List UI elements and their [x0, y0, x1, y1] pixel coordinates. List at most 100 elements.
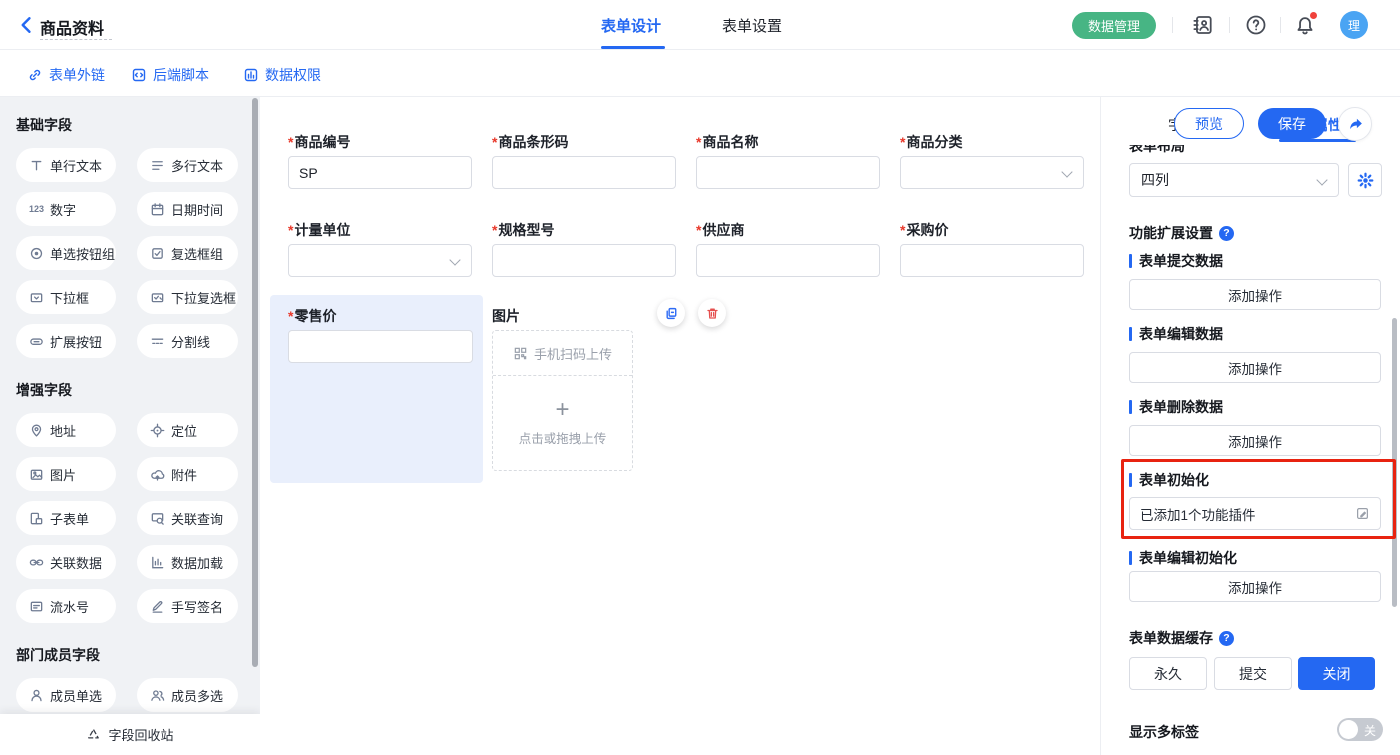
multitab-label: 显示多标签 [1129, 722, 1199, 742]
help-circle-icon[interactable]: ? [1219, 226, 1234, 241]
divider-icon [150, 334, 165, 349]
field-type-single-line-text[interactable]: 单行文本 [16, 148, 116, 182]
avatar[interactable]: 理 [1340, 11, 1368, 39]
tab-form-design[interactable]: 表单设计 [601, 15, 661, 36]
field-label: 计量单位 [294, 220, 350, 240]
cache-option-permanent[interactable]: 永久 [1129, 657, 1207, 690]
data-permission-button[interactable]: 数据权限 [243, 65, 321, 85]
sidebar-scrollbar[interactable] [252, 98, 258, 667]
field-label: 采购价 [906, 220, 948, 240]
external-link-label: 表单外链 [49, 65, 105, 85]
back-icon[interactable] [16, 14, 38, 36]
field-type-member-single[interactable]: 成员单选 [16, 678, 116, 712]
field-type-image[interactable]: 图片 [16, 457, 116, 491]
field-type-datetime[interactable]: 日期时间 [137, 192, 238, 226]
field-type-serial-number[interactable]: 流水号 [16, 589, 116, 623]
divider [1172, 17, 1173, 33]
basic-fields-grid: 单行文本 多行文本 123数字 日期时间 单选按钮组 复选框组 下拉框 下拉复选… [0, 148, 260, 358]
data-permission-label: 数据权限 [265, 65, 321, 85]
field-type-address[interactable]: 地址 [16, 413, 116, 447]
add-action-button-delete[interactable]: 添加操作 [1129, 425, 1381, 456]
field-recycle-bin[interactable]: 字段回收站 [0, 714, 260, 755]
linked-query-icon [150, 511, 165, 526]
form-field-product-category[interactable]: *商品分类 [900, 133, 1084, 189]
form-field-spec-model[interactable]: *规格型号 [492, 221, 676, 277]
form-init-plugin-box[interactable]: 已添加1个功能插件 [1129, 497, 1381, 530]
help-circle-icon[interactable]: ? [1219, 631, 1234, 646]
backend-script-button[interactable]: 后端脚本 [131, 65, 209, 85]
product-code-input[interactable] [288, 156, 472, 189]
field-type-attachment[interactable]: 附件 [137, 457, 238, 491]
qr-code-icon [513, 346, 528, 361]
help-icon[interactable] [1245, 14, 1267, 36]
add-action-button-edit-init[interactable]: 添加操作 [1129, 571, 1381, 602]
spec-model-input[interactable] [492, 244, 676, 277]
scan-upload-area[interactable]: 手机扫码上传 [493, 331, 632, 376]
form-field-purchase-price[interactable]: *采购价 [900, 221, 1084, 277]
field-type-location[interactable]: 定位 [137, 413, 238, 447]
section-form-submit: 表单提交数据 [1129, 251, 1223, 271]
subform-icon [29, 511, 44, 526]
permission-icon [243, 67, 259, 83]
field-type-signature[interactable]: 手写签名 [137, 589, 238, 623]
add-action-button-edit[interactable]: 添加操作 [1129, 352, 1381, 383]
form-field-unit[interactable]: *计量单位 [288, 221, 472, 277]
save-button[interactable]: 保存 [1258, 108, 1326, 139]
data-manage-button[interactable]: 数据管理 [1072, 12, 1156, 39]
field-type-divider[interactable]: 分割线 [137, 324, 238, 358]
field-type-subform[interactable]: 子表单 [16, 501, 116, 535]
barcode-input[interactable] [492, 156, 676, 189]
field-type-checkbox-group[interactable]: 复选框组 [137, 236, 238, 270]
cache-option-submit[interactable]: 提交 [1214, 657, 1292, 690]
field-type-member-multi[interactable]: 成员多选 [137, 678, 238, 712]
product-category-select[interactable] [900, 156, 1084, 189]
share-button[interactable] [1338, 107, 1372, 141]
field-type-radio-group[interactable]: 单选按钮组 [16, 236, 116, 270]
tab-form-settings[interactable]: 表单设置 [722, 15, 782, 36]
purchase-price-input[interactable] [900, 244, 1084, 277]
person-icon [29, 688, 44, 703]
unit-select[interactable] [288, 244, 472, 277]
field-type-data-load[interactable]: 数据加载 [137, 545, 238, 579]
number-icon: 123 [29, 204, 44, 214]
form-layout-label-clipped: 表单布局 [1129, 145, 1185, 153]
click-upload-area[interactable]: + 点击或拖拽上传 [493, 376, 632, 470]
section-form-edit: 表单编辑数据 [1129, 324, 1223, 344]
copy-field-button[interactable] [657, 299, 685, 327]
form-field-product-name[interactable]: *商品名称 [696, 133, 880, 189]
group-title-member-fields: 部门成员字段 [16, 645, 260, 665]
field-type-multi-dropdown[interactable]: 下拉复选框 [137, 280, 238, 314]
chevron-down-icon [449, 254, 460, 265]
field-type-linked-data[interactable]: 关联数据 [16, 545, 116, 579]
field-type-linked-query[interactable]: 关联查询 [137, 501, 238, 535]
field-label: 规格型号 [498, 220, 554, 240]
layout-settings-button[interactable] [1348, 163, 1382, 197]
cloud-upload-icon [150, 467, 165, 482]
form-field-product-code[interactable]: *商品编号 [288, 133, 472, 189]
delete-field-button[interactable] [698, 299, 726, 327]
form-field-supplier[interactable]: *供应商 [696, 221, 880, 277]
panel-scrollbar[interactable] [1392, 318, 1397, 607]
form-field-barcode[interactable]: *商品条形码 [492, 133, 676, 189]
form-field-retail-price[interactable]: *零售价 [288, 307, 472, 363]
field-label: 商品名称 [702, 132, 758, 152]
preview-button[interactable]: 预览 [1174, 108, 1244, 139]
toggle-state-text: 关 [1364, 722, 1376, 739]
textarea-icon [150, 158, 165, 173]
supplier-input[interactable] [696, 244, 880, 277]
field-type-dropdown[interactable]: 下拉框 [16, 280, 116, 314]
layout-select[interactable]: 四列 [1129, 163, 1339, 197]
external-link-button[interactable]: 表单外链 [27, 65, 105, 85]
product-name-input[interactable] [696, 156, 880, 189]
add-action-button-submit[interactable]: 添加操作 [1129, 279, 1381, 310]
field-label: 商品条形码 [498, 132, 568, 152]
title-edit-underline [40, 39, 112, 40]
contacts-book-icon[interactable] [1192, 14, 1214, 36]
multitab-toggle[interactable]: 关 [1337, 718, 1383, 741]
field-type-multi-line-text[interactable]: 多行文本 [137, 148, 238, 182]
field-type-extend-button[interactable]: 扩展按钮 [16, 324, 116, 358]
edit-icon[interactable] [1355, 506, 1370, 521]
retail-price-input[interactable] [288, 330, 473, 363]
field-type-number[interactable]: 123数字 [16, 192, 116, 226]
cache-option-close[interactable]: 关闭 [1298, 657, 1375, 690]
